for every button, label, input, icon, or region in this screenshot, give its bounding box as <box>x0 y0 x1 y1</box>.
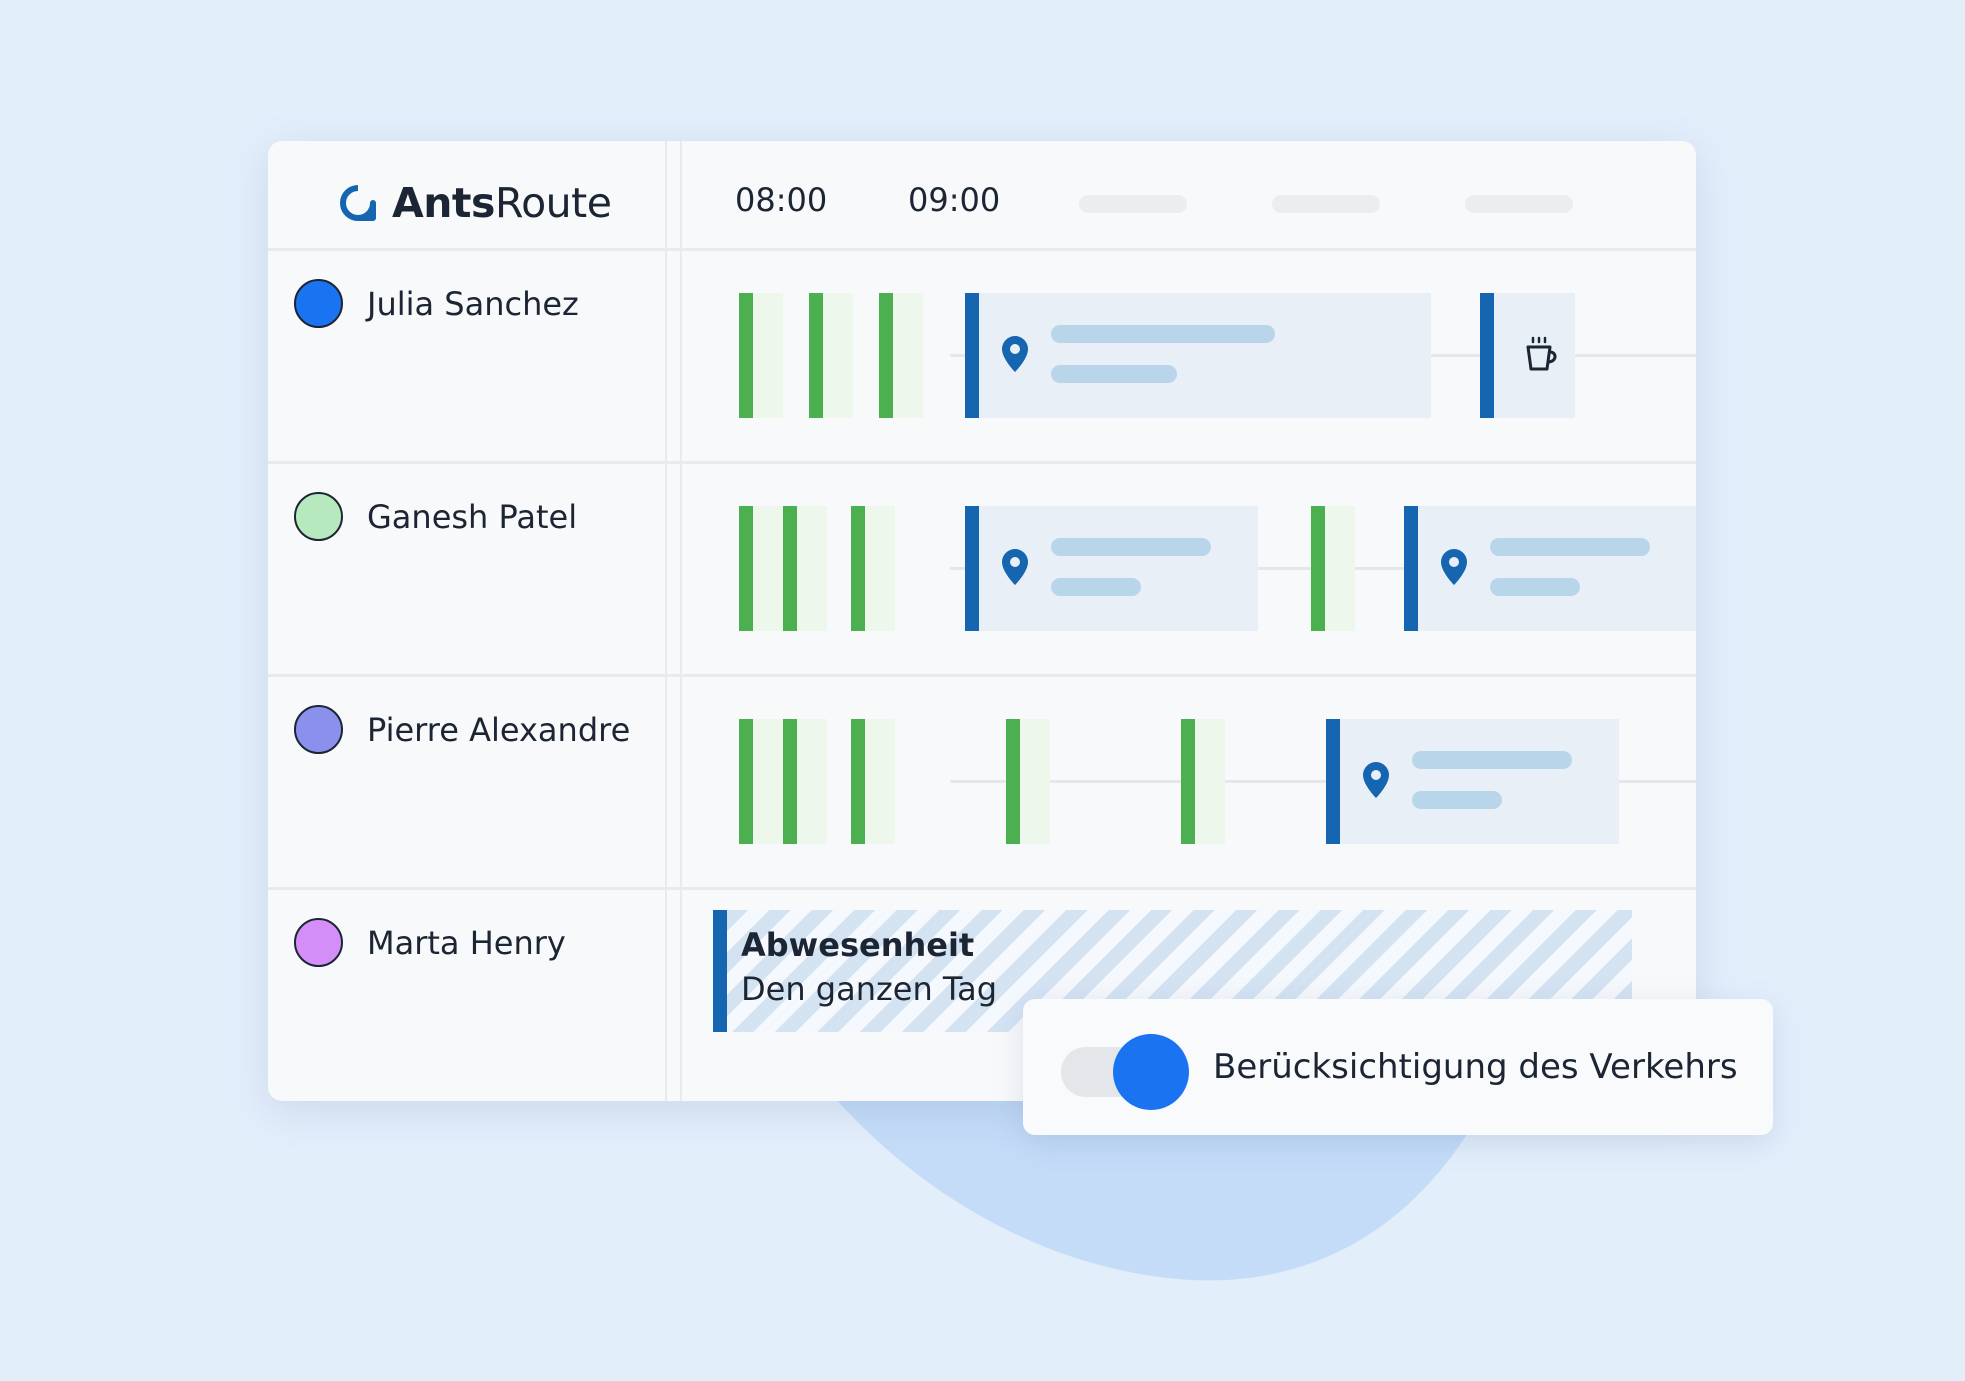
antsroute-logo-icon <box>340 185 376 221</box>
row-divider <box>268 674 1696 677</box>
completed-stop[interactable] <box>1311 506 1355 631</box>
hour-label: 08:00 <box>735 181 828 219</box>
agent-name: Julia Sanchez <box>367 284 579 323</box>
completed-stop[interactable] <box>879 293 923 418</box>
visit-block[interactable] <box>1404 506 1696 631</box>
traffic-toggle[interactable] <box>1061 1034 1189 1110</box>
traffic-toggle-label: Berücksichtigung des Verkehrs <box>1213 1047 1738 1087</box>
location-pin-icon <box>1002 549 1028 585</box>
completed-stop[interactable] <box>1006 719 1050 844</box>
visit-placeholder-line <box>1490 578 1580 596</box>
completed-stop[interactable] <box>783 506 827 631</box>
completed-stop[interactable] <box>739 719 783 844</box>
completed-stop[interactable] <box>1181 719 1225 844</box>
agent-name: Marta Henry <box>367 923 566 962</box>
visit-block[interactable] <box>965 293 1431 418</box>
antsroute-logo: AntsRoute <box>340 179 612 227</box>
visit-placeholder-line <box>1412 751 1572 769</box>
visit-placeholder-line <box>1051 538 1211 556</box>
column-divider <box>680 141 682 1101</box>
completed-stop[interactable] <box>739 293 783 418</box>
absence-subtitle: Den ganzen Tag <box>741 970 998 1008</box>
location-pin-icon <box>1363 762 1389 798</box>
completed-stop[interactable] <box>739 506 783 631</box>
completed-stop[interactable] <box>809 293 853 418</box>
row-divider <box>268 461 1696 464</box>
hour-label: 09:00 <box>908 181 1001 219</box>
agent-row-julia-sanchez[interactable]: Julia Sanchez <box>294 279 579 328</box>
agent-name: Pierre Alexandre <box>367 710 631 749</box>
hour-placeholder <box>1079 195 1187 213</box>
location-pin-icon <box>1002 336 1028 372</box>
row-divider <box>268 248 1696 251</box>
agent-color-dot <box>294 705 343 754</box>
traffic-setting-card: Berücksichtigung des Verkehrs <box>1023 999 1773 1135</box>
hour-placeholder <box>1465 195 1573 213</box>
absence-title: Abwesenheit <box>741 926 975 964</box>
toggle-knob <box>1113 1034 1189 1110</box>
completed-stop[interactable] <box>851 506 895 631</box>
agent-row-pierre-alexandre[interactable]: Pierre Alexandre <box>294 705 630 754</box>
schedule-panel: AntsRoute 08:00 09:00 Julia Sanchez Gane… <box>268 141 1696 1101</box>
agent-color-dot <box>294 279 343 328</box>
visit-placeholder-line <box>1051 365 1177 383</box>
agent-color-dot <box>294 918 343 967</box>
visit-placeholder-line <box>1490 538 1650 556</box>
visit-placeholder-line <box>1051 325 1275 343</box>
coffee-cup-icon <box>1526 336 1557 371</box>
visit-placeholder-line <box>1412 791 1502 809</box>
visit-block[interactable] <box>1326 719 1619 844</box>
column-divider <box>665 141 667 1101</box>
break-block[interactable] <box>1480 293 1575 418</box>
agent-color-dot <box>294 492 343 541</box>
completed-stop[interactable] <box>851 719 895 844</box>
agent-row-ganesh-patel[interactable]: Ganesh Patel <box>294 492 577 541</box>
row-divider <box>268 887 1696 890</box>
agent-name: Ganesh Patel <box>367 497 578 536</box>
completed-stop[interactable] <box>783 719 827 844</box>
agent-row-marta-henry[interactable]: Marta Henry <box>294 918 566 967</box>
visit-placeholder-line <box>1051 578 1141 596</box>
visit-block[interactable] <box>965 506 1258 631</box>
location-pin-icon <box>1441 549 1467 585</box>
app-name: AntsRoute <box>392 179 612 227</box>
hour-placeholder <box>1272 195 1380 213</box>
